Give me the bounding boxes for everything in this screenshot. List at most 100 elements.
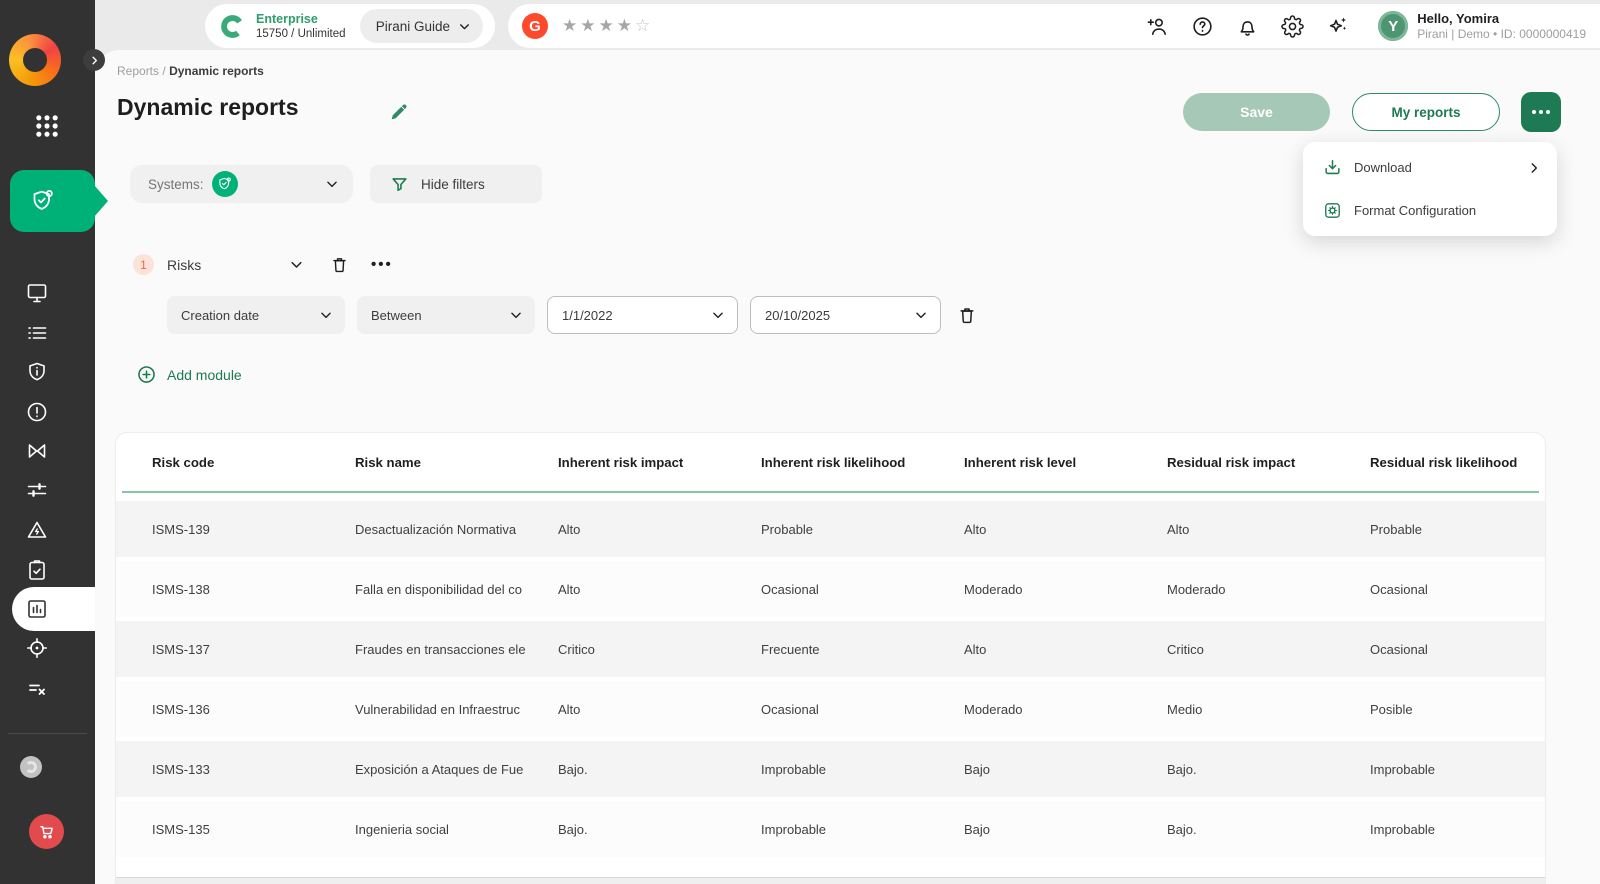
sidebar-item-checklist-x[interactable] — [25, 676, 49, 700]
cell: Bajo. — [558, 822, 761, 837]
condition-field-dropdown[interactable]: Creation date — [167, 296, 345, 334]
table-header-row: Risk codeRisk nameInherent risk impactIn… — [116, 433, 1545, 491]
cell: ISMS-136 — [152, 702, 355, 717]
sidebar-item-target[interactable] — [25, 636, 49, 660]
add-module-label: Add module — [167, 367, 242, 383]
save-button[interactable]: Save — [1183, 93, 1330, 131]
sidebar-item-monitor[interactable] — [25, 281, 49, 305]
condition-operator-dropdown[interactable]: Between — [357, 296, 535, 334]
star-filled-icon: ★ — [599, 16, 617, 35]
plan-usage: 15750 / Unlimited — [256, 27, 346, 41]
cell: Ocasional — [1370, 642, 1545, 657]
delete-condition-trash-icon[interactable] — [957, 305, 977, 325]
edit-title-pencil-icon[interactable] — [388, 101, 410, 123]
sidebar-item-alert-circle[interactable] — [25, 400, 49, 424]
cell: Frecuente — [761, 642, 964, 657]
column-header: Inherent risk impact — [558, 455, 761, 470]
sparkles-ai-icon[interactable] — [1326, 14, 1350, 38]
cell: Posible — [1370, 702, 1545, 717]
sidebar-item-clipboard-check[interactable] — [25, 558, 49, 582]
star-rating[interactable]: ★★★★☆ — [562, 16, 653, 36]
cell: Bajo — [964, 822, 1167, 837]
user-meta: Pirani | Demo • ID: 0000000419 — [1417, 27, 1586, 41]
sidebar-item-process-list[interactable] — [25, 321, 49, 345]
shield-check-system-icon — [212, 171, 238, 197]
systems-label: Systems: — [148, 177, 204, 192]
cell: Ocasional — [761, 582, 964, 597]
hide-filters-label: Hide filters — [421, 177, 485, 192]
breadcrumb-parent[interactable]: Reports — [117, 64, 159, 78]
table-row[interactable]: ISMS-135Ingenieria socialBajo.Improbable… — [116, 801, 1545, 857]
cart-button[interactable] — [29, 814, 64, 849]
chevron-down-icon[interactable] — [289, 257, 304, 272]
sidebar — [0, 0, 95, 884]
pirani-guide-button[interactable]: Pirani Guide — [360, 9, 483, 43]
cell: Bajo — [964, 762, 1167, 777]
add-module-button[interactable]: Add module — [136, 364, 242, 385]
cell: Critico — [1167, 642, 1370, 657]
column-header: Residual risk likelihood — [1370, 455, 1545, 470]
column-header: Risk code — [152, 455, 355, 470]
cell: Improbable — [761, 822, 964, 837]
cell: Bajo. — [1167, 822, 1370, 837]
download-icon — [1323, 158, 1342, 177]
apps-grid-icon[interactable] — [33, 112, 61, 140]
star-filled-icon: ★ — [562, 16, 580, 35]
cell: Moderado — [1167, 582, 1370, 597]
bar-chart-reports-icon — [25, 597, 49, 621]
menu-item-download[interactable]: Download — [1303, 146, 1557, 189]
module-row: 1 Risks ••• — [133, 254, 393, 275]
report-table: Risk codeRisk nameInherent risk impactIn… — [115, 432, 1546, 884]
plan-name: Enterprise — [256, 12, 346, 27]
table-row[interactable]: ISMS-137Fraudes en transacciones eleCrit… — [116, 621, 1545, 677]
user-avatar: Y — [1378, 11, 1408, 41]
module-name-dropdown[interactable]: Risks — [167, 257, 289, 273]
sidebar-item-bowtie[interactable] — [25, 439, 49, 463]
cell: Alto — [964, 522, 1167, 537]
pirani-logo[interactable] — [9, 34, 61, 86]
condition-date-to-dropdown[interactable]: 20/10/2025 — [750, 296, 941, 334]
breadcrumb[interactable]: Reports / Dynamic reports — [117, 64, 264, 78]
partial-next-row — [116, 877, 1545, 884]
module-more-options-icon[interactable]: ••• — [371, 256, 393, 273]
bell-icon[interactable] — [1236, 15, 1259, 38]
cell: Critico — [558, 642, 761, 657]
my-reports-button[interactable]: My reports — [1352, 93, 1500, 131]
menu-item-format-configuration[interactable]: Format Configuration — [1303, 189, 1557, 232]
help-icon[interactable] — [1191, 15, 1214, 38]
sidebar-expand-button[interactable] — [83, 49, 105, 71]
table-row[interactable]: ISMS-136Vulnerabilidad en InfraestrucAlt… — [116, 681, 1545, 737]
systems-filter-dropdown[interactable]: Systems: — [130, 165, 353, 203]
help-bubble-icon[interactable] — [20, 756, 42, 778]
cell: ISMS-133 — [152, 762, 355, 777]
table-row[interactable]: ISMS-133Exposición a Ataques de FueBajo.… — [116, 741, 1545, 797]
table-row[interactable]: ISMS-139Desactualización NormativaAltoPr… — [116, 501, 1545, 557]
hide-filters-button[interactable]: Hide filters — [370, 165, 542, 203]
sidebar-item-sliders[interactable] — [25, 478, 49, 502]
page-title: Dynamic reports — [117, 94, 299, 121]
chevron-down-icon — [711, 308, 725, 322]
g2-logo-icon[interactable]: G — [522, 13, 548, 39]
sidebar-item-shield-info[interactable] — [25, 360, 49, 384]
cell: Bajo. — [1167, 762, 1370, 777]
star-empty-icon: ☆ — [635, 16, 653, 35]
sidebar-item-hazard[interactable] — [25, 518, 49, 542]
user-greeting: Hello, Yomira — [1417, 11, 1586, 27]
user-menu[interactable]: Y Hello, Yomira Pirani | Demo • ID: 0000… — [1378, 11, 1586, 41]
options-menu: Download Format Configuration — [1303, 142, 1557, 236]
menu-item-label: Download — [1354, 160, 1412, 175]
delete-module-trash-icon[interactable] — [330, 255, 349, 274]
add-user-icon[interactable] — [1146, 15, 1169, 38]
condition-date-from-dropdown[interactable]: 1/1/2022 — [547, 296, 738, 334]
sidebar-active-module-tab[interactable] — [10, 170, 95, 232]
cell: Probable — [1370, 522, 1545, 537]
shield-check-module-icon — [28, 186, 58, 216]
cell: Improbable — [1370, 822, 1545, 837]
menu-item-label: Format Configuration — [1354, 203, 1476, 218]
gear-icon[interactable] — [1281, 15, 1304, 38]
table-row[interactable]: ISMS-138Falla en disponibilidad del coAl… — [116, 561, 1545, 617]
more-options-button[interactable] — [1521, 92, 1561, 132]
cell: ISMS-137 — [152, 642, 355, 657]
cell: ISMS-135 — [152, 822, 355, 837]
cell: ISMS-139 — [152, 522, 355, 537]
